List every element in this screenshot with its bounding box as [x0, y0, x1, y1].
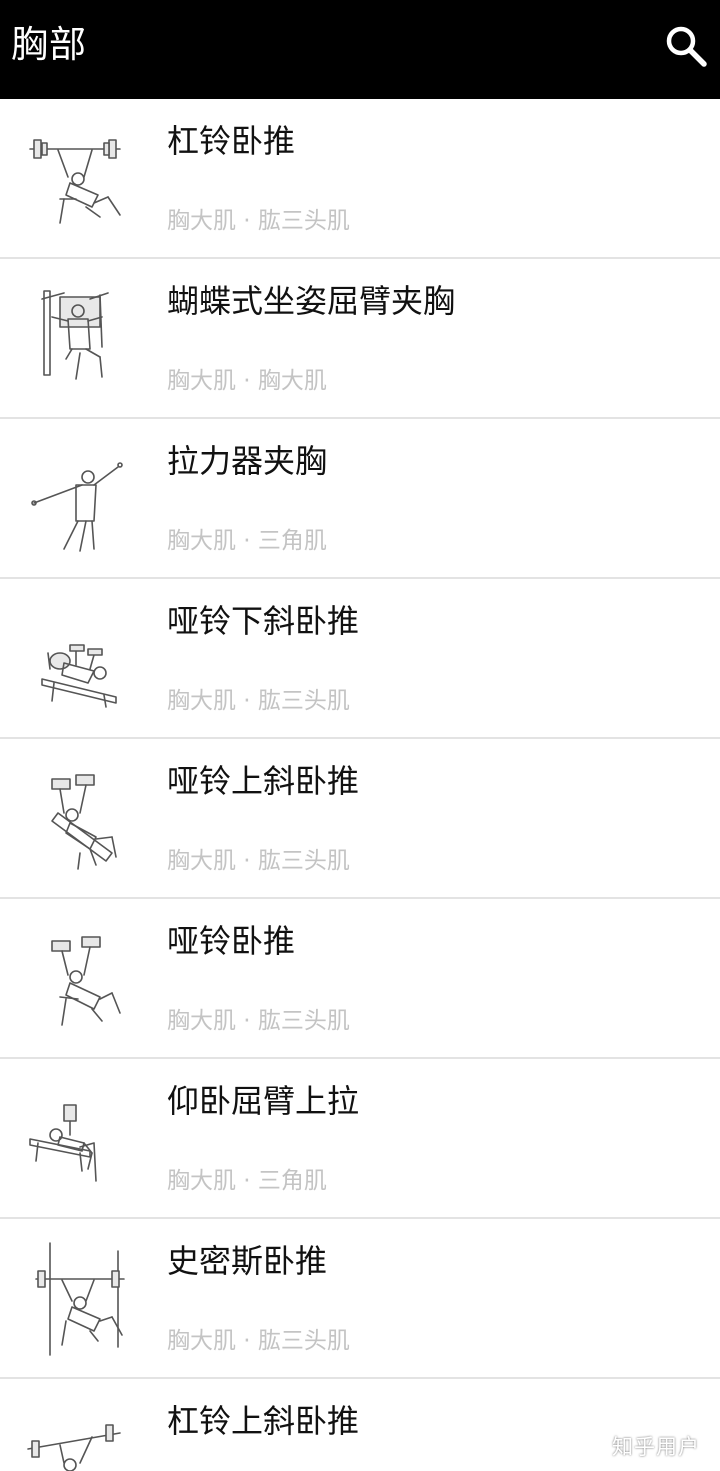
- exercise-row[interactable]: 哑铃上斜卧推 胸大肌 · 肱三头肌: [0, 739, 720, 899]
- cable-crossover-illustration: [20, 437, 132, 561]
- exercise-row[interactable]: 杠铃卧推 胸大肌 · 肱三头肌: [0, 99, 720, 259]
- smith-bench-press-illustration: [20, 1237, 132, 1361]
- exercise-muscles: 胸大肌 · 肱三头肌: [167, 688, 350, 714]
- exercise-row[interactable]: 哑铃卧推 胸大肌 · 肱三头肌: [0, 899, 720, 1059]
- exercise-title: 蝴蝶式坐姿屈臂夹胸: [167, 282, 456, 320]
- incline-dumbbell-press-illustration: [20, 757, 132, 881]
- search-button[interactable]: [662, 22, 710, 70]
- barbell-bench-press-illustration: [20, 117, 132, 241]
- pec-deck-machine-illustration: [20, 277, 132, 401]
- dumbbell-pullover-illustration: [20, 1077, 132, 1201]
- exercise-title: 哑铃卧推: [167, 922, 296, 960]
- exercise-muscles: 胸大肌 · 胸大肌: [167, 368, 327, 394]
- search-icon: [666, 26, 707, 67]
- page-title: 胸部: [11, 23, 87, 66]
- exercise-row[interactable]: 史密斯卧推 胸大肌 · 肱三头肌: [0, 1219, 720, 1379]
- exercise-muscles: 胸大肌 · 肱三头肌: [167, 848, 350, 874]
- exercise-row[interactable]: 蝴蝶式坐姿屈臂夹胸 胸大肌 · 胸大肌: [0, 259, 720, 419]
- decline-dumbbell-press-illustration: [20, 597, 132, 721]
- exercise-muscles: 胸大肌 · 肱三头肌: [167, 1008, 350, 1034]
- exercise-muscles: 胸大肌 · 肱三头肌: [167, 208, 350, 234]
- app-header: 胸部: [0, 0, 720, 99]
- exercise-title: 拉力器夹胸: [167, 442, 328, 480]
- exercise-title: 杠铃卧推: [167, 122, 296, 160]
- exercise-title: 史密斯卧推: [167, 1242, 328, 1280]
- exercise-row[interactable]: 拉力器夹胸 胸大肌 · 三角肌: [0, 419, 720, 579]
- watermark: 知乎用户: [612, 1435, 700, 1459]
- exercise-title: 哑铃上斜卧推: [167, 762, 360, 800]
- exercise-muscles: 胸大肌 · 三角肌: [167, 528, 327, 554]
- exercise-muscles: 胸大肌 · 三角肌: [167, 1168, 327, 1194]
- exercise-title: 仰卧屈臂上拉: [167, 1082, 360, 1120]
- exercise-list-screen: 胸部 杠铃卧推 胸大肌 · 肱三头肌 蝴蝶式坐姿屈臂夹胸 胸大肌 · 胸大肌 拉…: [0, 0, 720, 1471]
- exercise-list: 杠铃卧推 胸大肌 · 肱三头肌 蝴蝶式坐姿屈臂夹胸 胸大肌 · 胸大肌 拉力器夹…: [0, 99, 720, 1471]
- exercise-row[interactable]: 哑铃下斜卧推 胸大肌 · 肱三头肌: [0, 579, 720, 739]
- exercise-title: 哑铃下斜卧推: [167, 602, 360, 640]
- exercise-muscles: 胸大肌 · 肱三头肌: [167, 1328, 350, 1354]
- incline-barbell-press-illustration: [20, 1397, 132, 1471]
- dumbbell-bench-press-illustration: [20, 917, 132, 1041]
- exercise-title: 杠铃上斜卧推: [167, 1402, 360, 1440]
- exercise-row[interactable]: 仰卧屈臂上拉 胸大肌 · 三角肌: [0, 1059, 720, 1219]
